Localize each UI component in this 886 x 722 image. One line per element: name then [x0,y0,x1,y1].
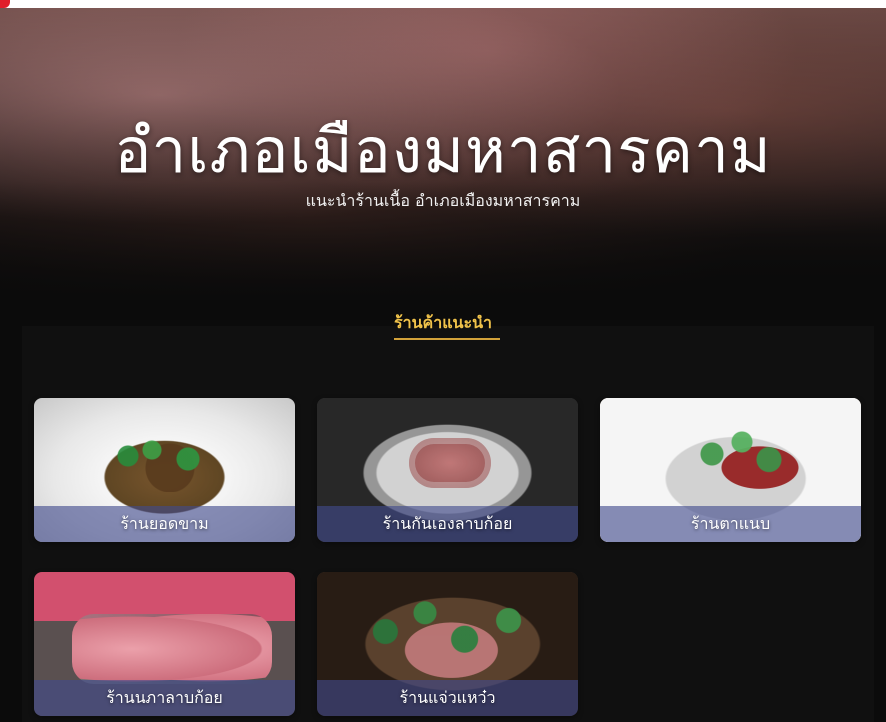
shop-grid: ร้านยอดขาม ร้านกันเองลาบก้อย ร้านตาแนบ ร… [34,398,864,722]
page-subtitle: แนะนำร้านเนื้อ อำเภอเมืองมหาสารคาม [305,191,581,210]
shop-name: ร้านยอดขาม [34,506,295,542]
top-bar [0,0,886,8]
section-title: ร้านค้าแนะนำ [394,313,492,332]
shop-card[interactable]: ร้านแจ่วแหว๋ว [317,572,578,716]
shop-name: ร้านตาแนบ [600,506,861,542]
hero-banner: อำเภอเมืองมหาสารคาม แนะนำร้านเนื้อ อำเภอ… [0,8,886,298]
section-title-underline [394,338,500,340]
shop-card[interactable]: ร้านยอดขาม [34,398,295,542]
shop-card[interactable]: ร้านกันเองลาบก้อย [317,398,578,542]
shop-name: ร้านนภาลาบก้อย [34,680,295,716]
shop-card[interactable]: ร้านนภาลาบก้อย [34,572,295,716]
brand-logo-mark [0,0,10,8]
shop-card[interactable]: ร้านตาแนบ [600,398,861,542]
shop-name: ร้านกันเองลาบก้อย [317,506,578,542]
page-title: อำเภอเมืองมหาสารคาม [114,114,772,187]
shop-name: ร้านแจ่วแหว๋ว [317,680,578,716]
